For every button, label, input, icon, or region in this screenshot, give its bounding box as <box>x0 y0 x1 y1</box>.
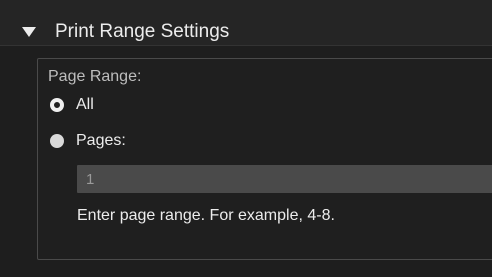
print-range-settings-panel: Print Range Settings Page Range: All Pag… <box>0 0 492 277</box>
radio-label-pages: Pages: <box>76 132 126 149</box>
page-range-group <box>37 58 492 260</box>
section-header[interactable]: Print Range Settings <box>0 0 492 46</box>
radio-button-all[interactable] <box>50 98 64 112</box>
triangle-down-icon[interactable] <box>22 27 36 37</box>
section-title: Print Range Settings <box>55 21 230 42</box>
radio-option-all[interactable]: All <box>50 94 94 116</box>
page-range-label: Page Range: <box>48 68 142 85</box>
radio-label-all: All <box>76 96 94 113</box>
pages-range-input[interactable] <box>77 165 492 193</box>
page-range-hint: Enter page range. For example, 4-8. <box>77 207 335 224</box>
radio-option-pages[interactable]: Pages: <box>50 130 126 152</box>
radio-button-pages[interactable] <box>50 134 64 148</box>
